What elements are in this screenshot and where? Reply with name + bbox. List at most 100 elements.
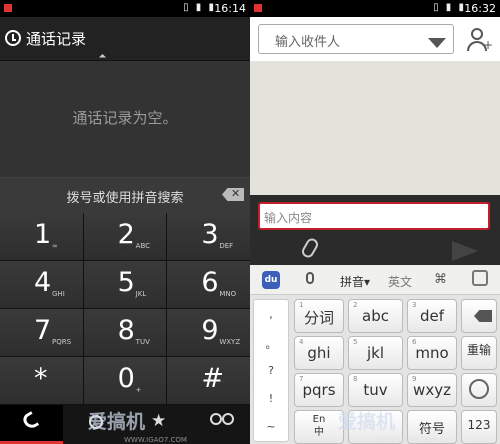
dial-digit: 1	[34, 219, 52, 250]
message-thread-area	[250, 61, 500, 195]
hide-keyboard-icon[interactable]	[472, 270, 488, 286]
language-switch-key[interactable]: En 中	[294, 410, 344, 444]
symbol-column[interactable]: , 。 ? ! ~	[253, 299, 289, 442]
dial-key-0[interactable]: 0 +	[83, 357, 168, 404]
dial-letters: GHI	[52, 290, 65, 298]
symbol-key[interactable]: !	[254, 392, 288, 405]
message-input[interactable]: 输入内容	[258, 202, 490, 230]
call-log-header[interactable]: 通话记录	[0, 17, 250, 62]
dial-key-3[interactable]: 3 DEF	[167, 213, 250, 260]
dial-search-bar[interactable]: 拨号或使用拼音搜索 ✕	[0, 177, 250, 213]
key-label: def	[419, 307, 445, 325]
mic-icon[interactable]	[306, 272, 314, 284]
emoji-button[interactable]	[461, 373, 497, 407]
key-label: wxyz	[413, 381, 451, 399]
dial-key-hash[interactable]: #	[167, 357, 250, 404]
dial-key-7[interactable]: 7 PQRS	[0, 309, 84, 356]
ime-key-9[interactable]: 9 wxyz	[407, 373, 457, 407]
dial-key-star[interactable]: *	[0, 357, 84, 404]
key-number: 9	[412, 375, 417, 383]
key-label: abc	[362, 307, 389, 325]
watermark-url: WWW.IGAO7.COM	[374, 436, 437, 444]
star-icon: ★	[151, 411, 167, 431]
dial-letters: PQRS	[52, 338, 72, 346]
key-number: 4	[299, 338, 304, 346]
dial-key-9[interactable]: 9 WXYZ	[167, 309, 250, 356]
symbol-key[interactable]: ~	[254, 420, 288, 433]
dial-letters: WXYZ	[219, 338, 241, 346]
english-mode[interactable]: 英文	[388, 273, 412, 290]
dial-key-6[interactable]: 6 MNO	[167, 261, 250, 308]
zh-label: 中	[314, 427, 324, 438]
dialer-screen: ▯ ▮ ▮ 16:14 通话记录 通话记录为空。 拨号或使用拼音搜索 ✕ 1 ∞ …	[0, 0, 250, 444]
pinyin-mode[interactable]: 拼音▾	[340, 273, 370, 290]
symbol-key[interactable]: 。	[254, 336, 288, 352]
tab-dialer[interactable]	[0, 405, 63, 444]
ime-toolbar: du 拼音▾ 英文 ⌘	[250, 265, 500, 295]
watermark-url: WWW.IGAO7.COM	[124, 436, 187, 444]
dial-letters: +	[135, 386, 142, 394]
number-key-button[interactable]: 123	[461, 410, 497, 444]
key-number: 8	[353, 375, 358, 383]
grid-icon[interactable]: ⌘	[434, 272, 447, 287]
attachment-icon[interactable]	[299, 236, 321, 260]
ime-key-5[interactable]: 5 jkl	[348, 336, 403, 370]
plus-icon: +	[483, 38, 494, 52]
status-time: 16:32	[464, 2, 496, 15]
backspace-icon	[474, 310, 492, 322]
tab-contacts[interactable]	[188, 405, 251, 444]
phone-icon	[20, 411, 40, 431]
recipient-input[interactable]: 输入收件人	[258, 24, 454, 54]
dial-key-4[interactable]: 4 GHI	[0, 261, 84, 308]
backspace-button[interactable]	[461, 299, 497, 333]
dial-key-1[interactable]: 1 ∞	[0, 213, 84, 260]
ime-key-6[interactable]: 6 mno	[407, 336, 457, 370]
dial-letters: JKL	[135, 290, 147, 298]
dial-digit: 6	[201, 267, 219, 298]
key-number: 5	[353, 338, 358, 346]
key-number: 7	[299, 375, 304, 383]
dropdown-icon[interactable]	[98, 53, 107, 62]
dial-digit: 0	[117, 363, 135, 394]
dial-key-8[interactable]: 8 TUV	[83, 309, 168, 356]
number-label: 123	[467, 418, 491, 432]
ime-key-4[interactable]: 4 ghi	[294, 336, 344, 370]
ime-key-3[interactable]: 3 def	[407, 299, 457, 333]
call-log-list: 通话记录为空。	[0, 61, 250, 177]
contacts-icon-2	[221, 413, 234, 425]
status-bar: ▯ ▮ ▮ 16:32	[250, 0, 500, 17]
recipient-dropdown[interactable]	[428, 38, 446, 48]
voicemail-icon: ∞	[52, 242, 58, 250]
notification-icon	[4, 4, 12, 12]
dial-digit: #	[201, 363, 224, 394]
empty-state-text: 通话记录为空。	[72, 109, 178, 127]
clear-button[interactable]: 重输	[461, 336, 497, 370]
backspace-x: ✕	[231, 187, 241, 200]
compose-bar: 输入内容	[250, 195, 500, 265]
ime-key-7[interactable]: 7 pqrs	[294, 373, 344, 407]
dial-letters: TUV	[135, 338, 150, 346]
key-label: pqrs	[302, 381, 336, 399]
ime-key-1[interactable]: 1 分词	[294, 299, 344, 333]
dial-key-2[interactable]: 2 ABC	[83, 213, 168, 260]
add-recipient-button[interactable]: +	[466, 27, 494, 53]
key-number: 2	[353, 301, 358, 309]
notification-icon	[254, 4, 262, 12]
status-icons: ▯ ▮ ▮	[183, 2, 216, 13]
dial-digit: *	[34, 363, 48, 394]
dial-key-5[interactable]: 5 JKL	[83, 261, 168, 308]
baidu-ime-icon[interactable]: du	[262, 271, 280, 289]
status-bar: ▯ ▮ ▮ 16:14	[0, 0, 250, 17]
key-label: ghi	[307, 344, 331, 362]
dial-letters: MNO	[219, 290, 237, 298]
symbol-key[interactable]: ?	[254, 364, 288, 377]
status-time: 16:14	[214, 2, 246, 15]
ime-key-2[interactable]: 2 abc	[348, 299, 403, 333]
en-label: En	[312, 414, 326, 425]
send-icon[interactable]	[452, 241, 478, 261]
key-number: 3	[412, 301, 417, 309]
symbol-key[interactable]: ,	[254, 308, 288, 321]
ime-keyboard: , 。 ? ! ~ 1 分词 2 abc 3 def 4 ghi 5 jkl 6 mno 重…	[250, 295, 500, 444]
ime-key-8[interactable]: 8 tuv	[348, 373, 403, 407]
tab-recent[interactable]	[63, 405, 126, 444]
